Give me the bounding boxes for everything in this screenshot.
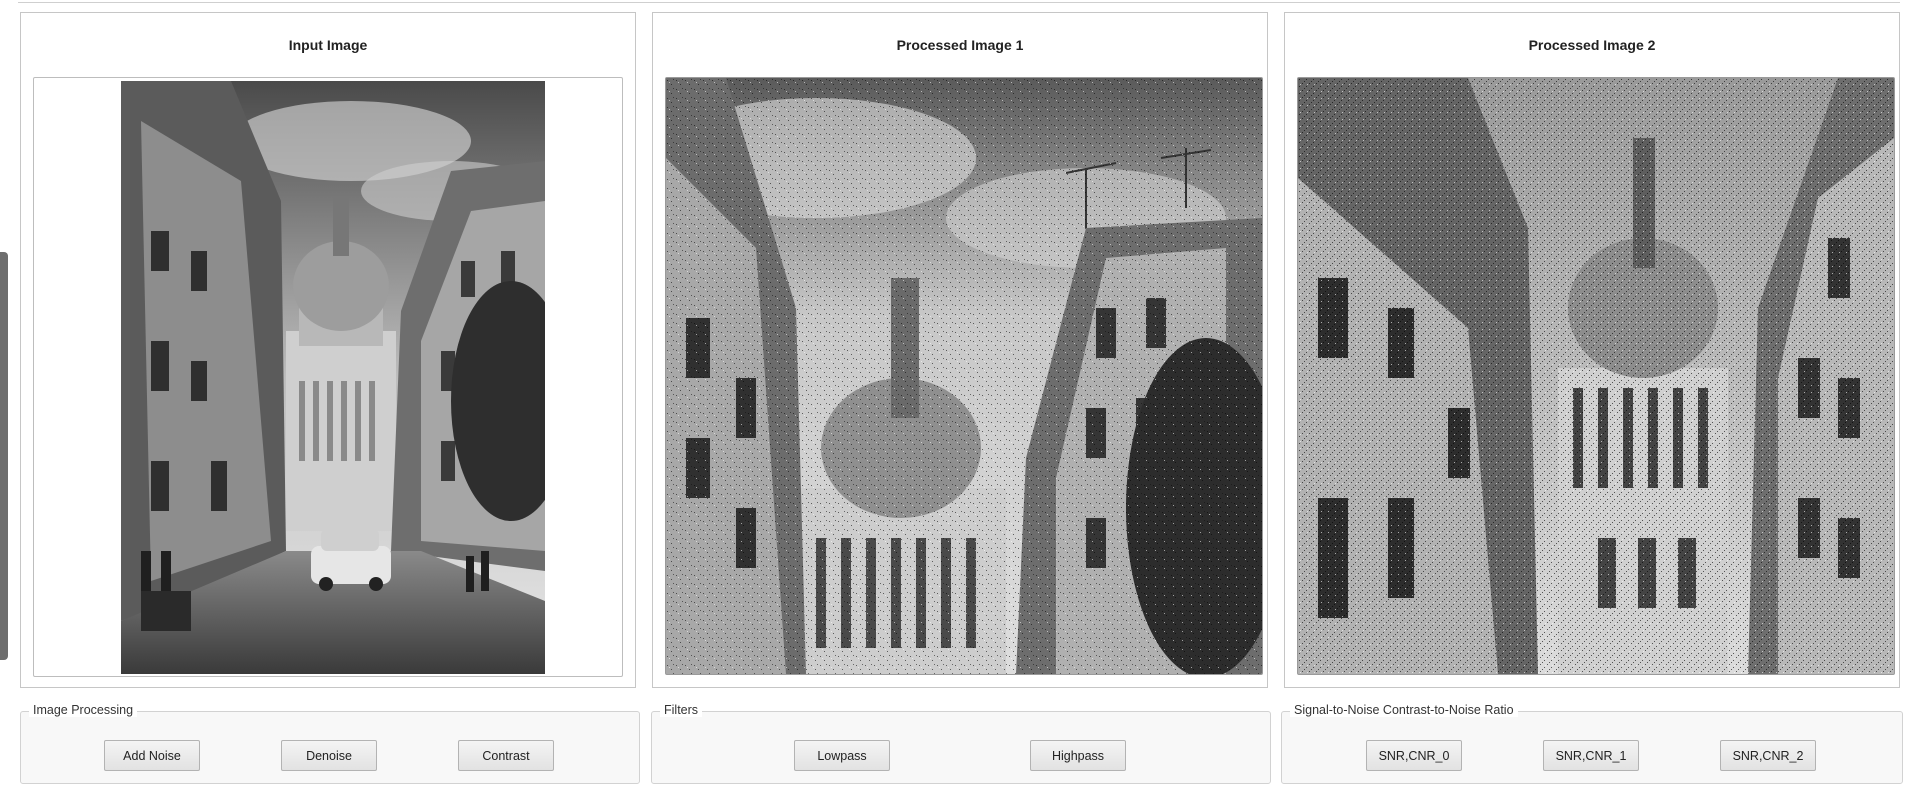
image-processing-group: Image Processing Add Noise Denoise Contr… (20, 703, 640, 784)
top-divider (18, 0, 1900, 3)
processed-image-2-frame (1297, 77, 1895, 675)
snr-cnr-group: Signal-to-Noise Contrast-to-Noise Ratio … (1281, 703, 1903, 784)
processed-image-1-title: Processed Image 1 (896, 37, 1024, 53)
snr-cnr-1-button[interactable]: SNR,CNR_1 (1543, 740, 1639, 771)
lowpass-button[interactable]: Lowpass (794, 740, 890, 771)
snr-cnr-2-button[interactable]: SNR,CNR_2 (1720, 740, 1816, 771)
processed-image-2-title: Processed Image 2 (1528, 37, 1656, 53)
highpass-button[interactable]: Highpass (1030, 740, 1126, 771)
street-photo-icon (121, 81, 545, 674)
noisy-photo-icon (1298, 78, 1894, 674)
input-image-frame (33, 77, 623, 677)
filters-legend: Filters (660, 703, 703, 717)
processed-image-1-panel: Processed Image 1 (652, 12, 1268, 688)
add-noise-button[interactable]: Add Noise (104, 740, 200, 771)
image-processing-legend: Image Processing (29, 703, 138, 717)
processed-image-1-frame (665, 77, 1263, 675)
contrast-button[interactable]: Contrast (458, 740, 554, 771)
snr-cnr-0-button[interactable]: SNR,CNR_0 (1366, 740, 1462, 771)
input-image-panel: Input Image (20, 12, 636, 688)
scrollbar-handle[interactable] (0, 252, 8, 660)
snr-cnr-legend: Signal-to-Noise Contrast-to-Noise Ratio (1290, 703, 1518, 717)
denoise-button[interactable]: Denoise (281, 740, 377, 771)
input-image-title: Input Image (288, 37, 368, 53)
processed-image-2-panel: Processed Image 2 (1284, 12, 1900, 688)
filters-group: Filters Lowpass Highpass (651, 703, 1271, 784)
noisy-photo-icon (666, 78, 1262, 674)
